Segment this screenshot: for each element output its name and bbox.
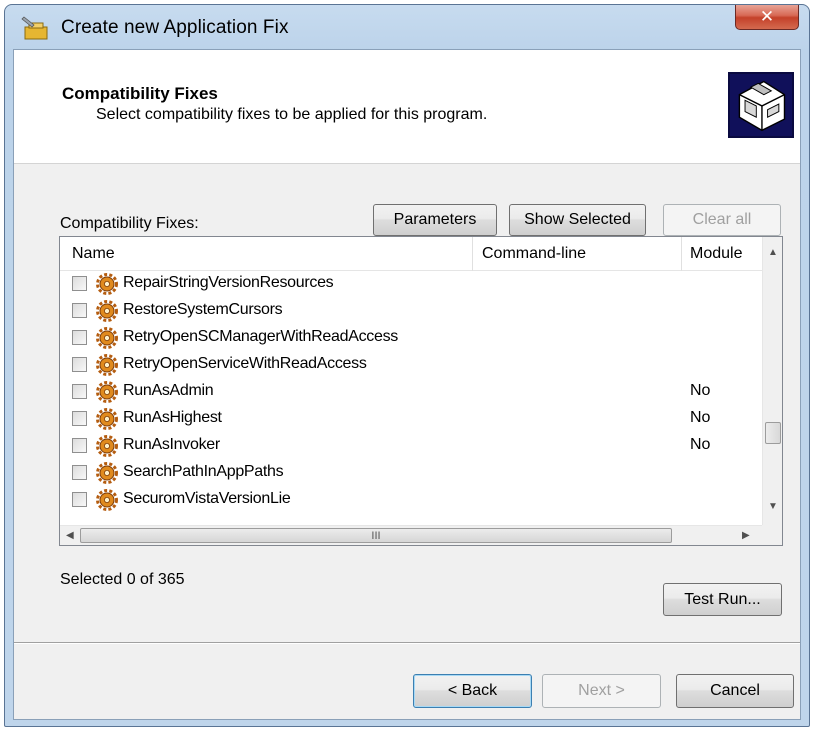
list-row[interactable]: RunAsHighest No — [60, 406, 763, 433]
page-subtitle: Select compatibility fixes to be applied… — [96, 106, 488, 123]
column-header-command-line[interactable]: Command-line — [482, 237, 586, 271]
row-checkbox[interactable] — [72, 384, 87, 399]
page-title: Compatibility Fixes — [62, 84, 218, 103]
compatibility-fixes-list[interactable]: Name Command-line Module RepairStringVer… — [59, 236, 783, 546]
next-button[interactable]: Next > — [542, 674, 661, 708]
row-name: RetryOpenSCManagerWithReadAccess — [123, 328, 398, 345]
row-name: RunAsInvoker — [123, 436, 220, 453]
gear-icon — [96, 462, 118, 484]
column-header-name[interactable]: Name — [72, 237, 115, 271]
column-separator[interactable] — [472, 237, 473, 271]
row-name: RunAsAdmin — [123, 382, 214, 399]
gear-icon — [96, 300, 118, 322]
row-name: RestoreSystemCursors — [123, 301, 283, 318]
vertical-scrollbar[interactable]: ▲ ▼ — [762, 237, 782, 525]
parameters-button[interactable]: Parameters — [373, 204, 497, 236]
horizontal-scrollbar[interactable]: ◀ III ▶ — [60, 525, 763, 545]
row-checkbox[interactable] — [72, 330, 87, 345]
row-checkbox[interactable] — [72, 411, 87, 426]
row-checkbox[interactable] — [72, 492, 87, 507]
list-row[interactable]: RetryOpenSCManagerWithReadAccess — [60, 325, 763, 352]
app-fix-icon — [21, 16, 48, 40]
row-name: SecuromVistaVersionLie — [123, 490, 291, 507]
list-row[interactable]: SearchPathInAppPaths — [60, 460, 763, 487]
row-checkbox[interactable] — [72, 357, 87, 372]
gear-icon — [96, 273, 118, 295]
wizard-header: Compatibility Fixes Select compatibility… — [14, 50, 800, 164]
row-checkbox[interactable] — [72, 276, 87, 291]
window-title: Create new Application Fix — [61, 17, 289, 38]
gear-icon — [96, 354, 118, 376]
test-run-button[interactable]: Test Run... — [663, 583, 782, 616]
scroll-down-arrow-icon[interactable]: ▼ — [768, 501, 778, 512]
back-button[interactable]: < Back — [413, 674, 532, 708]
row-name: SearchPathInAppPaths — [123, 463, 284, 480]
scroll-left-arrow-icon[interactable]: ◀ — [66, 530, 74, 541]
scroll-grip-icon: III — [371, 529, 381, 542]
list-row[interactable]: RepairStringVersionResources — [60, 271, 763, 298]
close-icon: ✕ — [759, 6, 775, 26]
gear-icon — [96, 408, 118, 430]
dialog-client-area: Compatibility Fixes Select compatibility… — [13, 49, 801, 720]
gear-icon — [96, 489, 118, 511]
scroll-right-arrow-icon[interactable]: ▶ — [742, 530, 750, 541]
row-name: RunAsHighest — [123, 409, 222, 426]
list-row[interactable]: RetryOpenServiceWithReadAccess — [60, 352, 763, 379]
gear-icon — [96, 435, 118, 457]
column-header-bar: Name Command-line Module — [60, 237, 763, 271]
column-separator[interactable] — [681, 237, 682, 271]
list-rows: RepairStringVersionResources RestoreSyst… — [60, 271, 763, 515]
list-row[interactable]: RestoreSystemCursors — [60, 298, 763, 325]
row-checkbox[interactable] — [72, 438, 87, 453]
close-button[interactable]: ✕ — [735, 5, 799, 30]
list-row[interactable]: RunAsAdmin No — [60, 379, 763, 406]
column-header-module[interactable]: Module — [690, 237, 742, 271]
fixes-label: Compatibility Fixes: — [60, 215, 199, 232]
footer-divider — [14, 642, 800, 644]
selection-count: Selected 0 of 365 — [60, 571, 185, 588]
vertical-scroll-thumb[interactable] — [765, 422, 781, 444]
row-name: RetryOpenServiceWithReadAccess — [123, 355, 367, 372]
gear-icon — [96, 327, 118, 349]
row-name: RepairStringVersionResources — [123, 274, 334, 291]
row-checkbox[interactable] — [72, 465, 87, 480]
horizontal-scroll-thumb[interactable]: III — [80, 528, 672, 543]
scroll-corner — [762, 525, 782, 545]
gear-icon — [96, 381, 118, 403]
title-bar[interactable]: Create new Application Fix ✕ — [5, 5, 809, 49]
scroll-up-arrow-icon[interactable]: ▲ — [768, 247, 778, 258]
list-row[interactable]: SecuromVistaVersionLie — [60, 487, 763, 514]
clear-all-button[interactable]: Clear all — [663, 204, 781, 236]
cancel-button[interactable]: Cancel — [676, 674, 794, 708]
row-module: No — [690, 382, 711, 399]
dialog-window: Create new Application Fix ✕ Compatibili… — [4, 4, 810, 727]
row-module: No — [690, 409, 711, 426]
compatibility-box-icon — [728, 72, 794, 138]
list-row[interactable]: RunAsInvoker No — [60, 433, 763, 460]
show-selected-button[interactable]: Show Selected — [509, 204, 646, 236]
row-module: No — [690, 436, 711, 453]
row-checkbox[interactable] — [72, 303, 87, 318]
